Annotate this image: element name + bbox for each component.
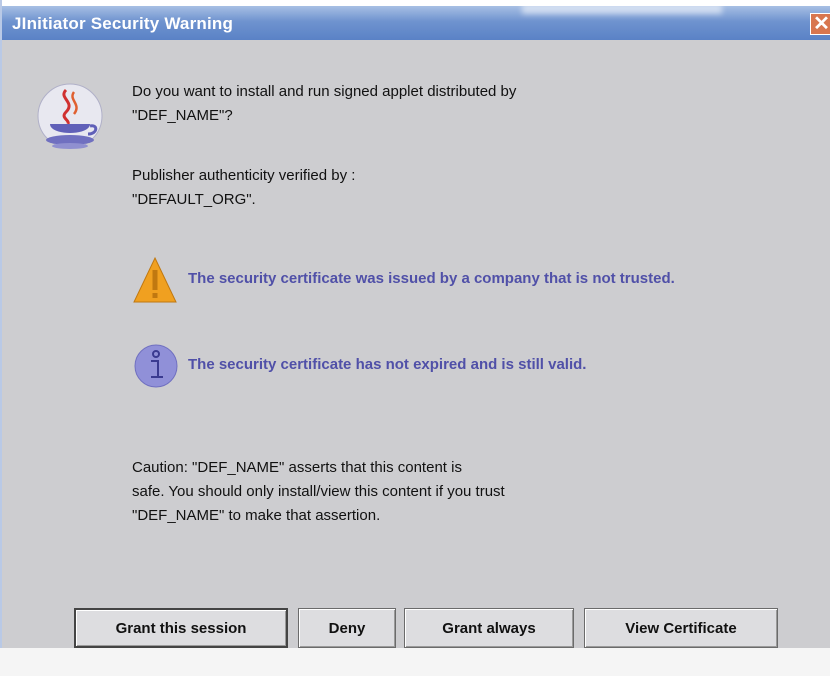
install-question-line2: "DEF_NAME"?	[132, 107, 233, 124]
publisher-verified-line1: Publisher authenticity verified by :	[132, 167, 356, 184]
java-cup-icon	[37, 83, 103, 149]
grant-this-session-button[interactable]: Grant this session	[74, 608, 288, 648]
view-certificate-button[interactable]: View Certificate	[584, 608, 778, 648]
close-button[interactable]: ✕	[810, 13, 830, 35]
certificate-valid-notice: The security certificate has not expired…	[188, 356, 587, 373]
deny-button[interactable]: Deny	[298, 608, 396, 648]
security-warning-dialog: JInitiator Security Warning ✕ Do you wan…	[0, 0, 830, 648]
install-question-line1: Do you want to install and run signed ap…	[132, 83, 517, 100]
untrusted-issuer-notice: The security certificate was issued by a…	[188, 270, 675, 287]
grant-always-button[interactable]: Grant always	[404, 608, 574, 648]
publisher-verified-line2: "DEFAULT_ORG".	[132, 191, 256, 208]
caution-line3: "DEF_NAME" to make that assertion.	[132, 507, 381, 524]
info-icon	[134, 344, 178, 388]
caution-line2: safe. You should only install/view this …	[132, 483, 505, 500]
background-below-dialog	[0, 648, 830, 676]
dialog-body	[2, 40, 830, 648]
title-bar[interactable]: JInitiator Security Warning ✕	[2, 0, 830, 40]
caution-line1: Caution: "DEF_NAME" asserts that this co…	[132, 459, 462, 476]
warning-triangle-icon	[133, 256, 177, 303]
close-icon: ✕	[813, 13, 830, 35]
title-bar-highlight	[522, 4, 722, 14]
dialog-title: JInitiator Security Warning	[12, 14, 234, 33]
